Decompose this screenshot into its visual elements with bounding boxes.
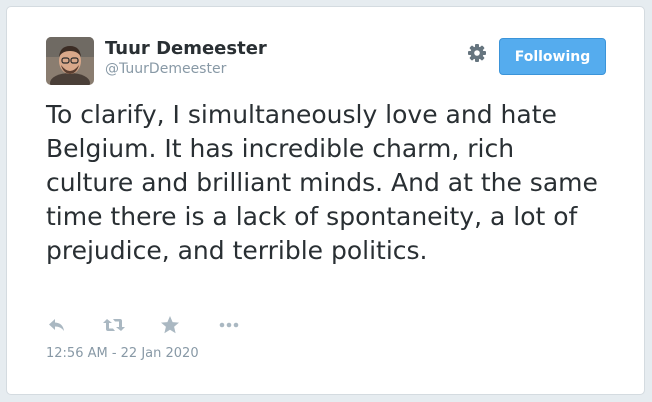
gear-icon[interactable]	[466, 42, 488, 64]
star-icon[interactable]	[159, 314, 183, 336]
author-handle[interactable]: @TuurDemeester	[105, 61, 226, 77]
reply-icon[interactable]	[46, 314, 70, 336]
author-name[interactable]: Tuur Demeester	[105, 38, 267, 59]
avatar-image	[46, 37, 94, 85]
retweet-icon[interactable]	[102, 314, 126, 336]
tweet-card: Tuur Demeester @TuurDemeester Following …	[6, 6, 645, 395]
tweet-timestamp[interactable]: 12:56 AM - 22 Jan 2020	[46, 346, 199, 361]
avatar[interactable]	[46, 37, 94, 85]
more-icon[interactable]	[217, 314, 241, 336]
tweet-text: To clarify, I simultaneously love and ha…	[46, 100, 598, 265]
following-button[interactable]: Following	[499, 38, 606, 75]
